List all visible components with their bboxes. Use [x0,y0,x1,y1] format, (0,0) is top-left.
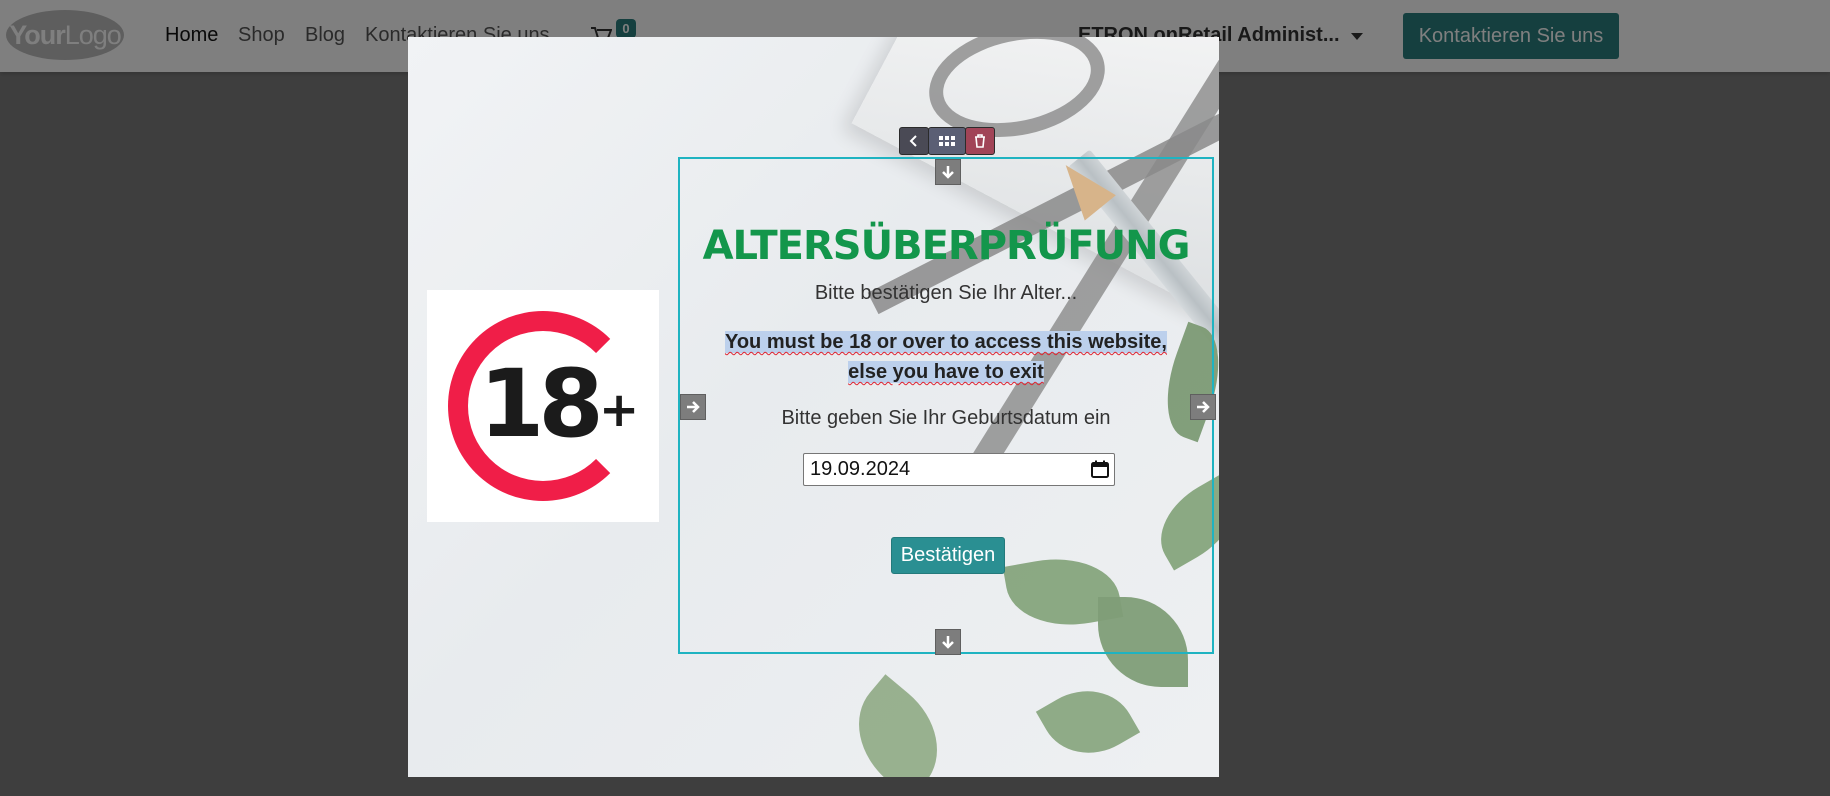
dob-date-input[interactable] [803,453,1115,486]
arrow-down-icon[interactable] [935,159,961,185]
chevron-left-icon[interactable] [899,127,929,155]
trash-icon[interactable] [965,127,995,155]
modal-title: ALTERSÜBERPRÜFUNG [702,223,1191,269]
confirm-age-button[interactable]: Bestätigen [891,537,1005,574]
age-warning-text[interactable]: You must be 18 or over to access this we… [708,327,1184,387]
dob-label: Bitte geben Sie Ihr Geburtsdatum ein [781,407,1111,429]
modal-subtitle: Bitte bestätigen Sie Ihr Alter... [814,282,1078,304]
grid-icon[interactable] [928,127,966,155]
calendar-icon[interactable] [1091,460,1109,478]
age-18-plus-badge: 18 + [427,290,659,522]
age-verification-modal: 18 + ALTERSÜBERPRÜFUNG Bitte bestätigen … [408,37,1219,777]
arrow-down-icon[interactable] [935,629,961,655]
